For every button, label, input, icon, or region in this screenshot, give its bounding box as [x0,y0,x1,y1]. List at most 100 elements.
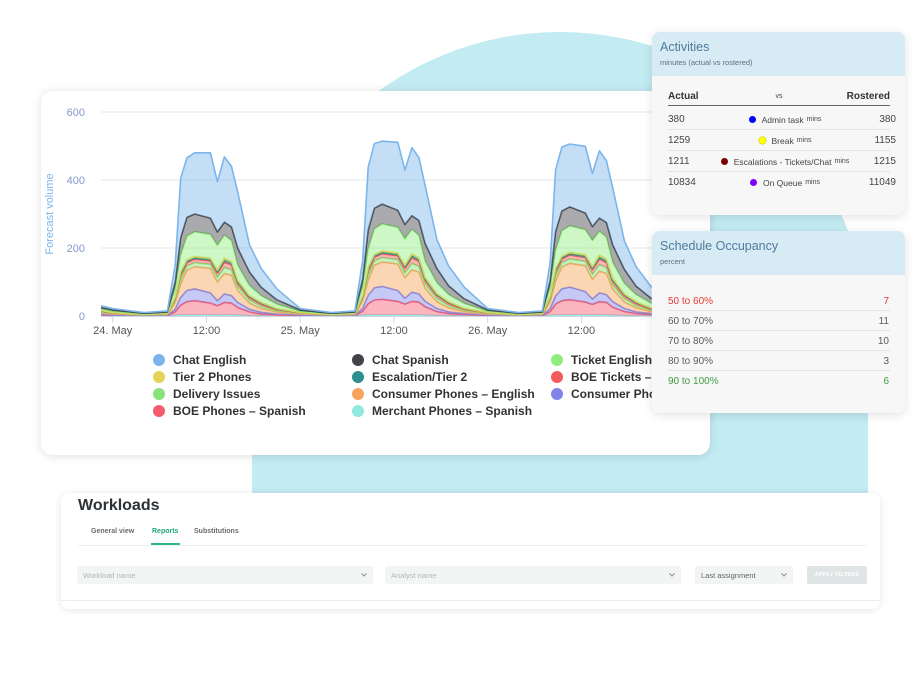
circle-icon [749,179,757,186]
circle-icon [551,354,563,366]
circle-icon [153,388,165,400]
occupancy-subtitle: percent [660,257,686,266]
legend-label: Tier 2 Phones [173,370,252,384]
plot-area [101,140,653,317]
assignment-sort-value: Last assignment [701,570,756,580]
y-axis-title: Forecast volume [44,173,56,254]
x-tick-label: 26. May [468,325,508,337]
occupancy-range: 50 to 60% [668,295,714,307]
apply-filters-button[interactable]: APPLY FILTERS [807,566,867,584]
legend-label: Consumer Phones – English [372,387,535,401]
y-tick-label: 400 [67,175,85,187]
rostered-value: 1155 [874,135,896,146]
legend-item-boe-phones-spanish[interactable]: BOE Phones – Spanish [153,403,306,419]
rostered-value: 380 [879,114,896,125]
legend-label: Ticket English [571,353,653,367]
occupancy-range: 90 to 100% [668,375,719,387]
circle-icon [352,354,364,366]
activities-header: Activities minutes (actual vs rostered) [652,32,905,76]
legend-item-merchant-phones-spanish[interactable]: Merchant Phones – Spanish [352,403,532,419]
legend-label: Delivery Issues [173,387,261,401]
x-tick-label: 25. May [281,325,321,337]
analyst-name-select[interactable]: Analyst name [385,566,681,584]
activities-title: Activities [660,40,710,54]
y-tick-label: 600 [67,107,85,119]
column-header-vs: vs [775,93,783,100]
activity-row: 1211 Escalations - Tickets/Chat mins 1215 [668,151,896,172]
occupancy-count: 10 [877,335,889,347]
legend-label: Chat Spanish [372,353,449,367]
circle-icon [748,116,756,123]
legend-label: Escalation/Tier 2 [372,370,468,384]
circle-icon [352,405,364,417]
actual-value: 1211 [668,156,690,167]
chevron-down-icon [669,573,675,577]
tab-general-view[interactable]: General view [91,528,134,535]
occupancy-row: 50 to 60% 7 [668,291,890,311]
activity-name: Break [771,135,794,146]
circle-icon [720,158,728,165]
workload-name-select[interactable]: Workload name [77,566,373,584]
circle-icon [551,388,563,400]
legend-item-tier-2-phones[interactable]: Tier 2 Phones [153,369,251,385]
legend-item-delivery-issues[interactable]: Delivery Issues [153,386,260,402]
legend-label: Consumer Pho [571,387,657,401]
activities-subtitle: minutes (actual vs rostered) [660,58,753,67]
legend-item-consumer-phones-english[interactable]: Consumer Phones – English [352,386,535,402]
legend-label: Chat English [173,353,247,367]
occupancy-title: Schedule Occupancy [660,239,779,253]
legend-item-ticket-english[interactable]: Ticket English [551,352,652,368]
legend-item-chat-spanish[interactable]: Chat Spanish [352,352,449,368]
legend-item-chat-english[interactable]: Chat English [153,352,246,368]
occupancy-row: 90 to 100% 6 [668,371,889,391]
y-tick-label: 200 [67,243,85,255]
forecast-chart-card: 0 200 400 600 Forecast volume 24. May 12:00 25.… [41,91,710,455]
rostered-value: 1215 [873,156,896,167]
activity-unit: mins [805,179,820,186]
circle-icon [352,371,364,383]
assignment-sort-select[interactable]: Last assignment [695,566,793,584]
activity-row: 1259 Break mins 1155 [668,130,896,151]
occupancy-count: 11 [878,315,889,327]
activity-row: 10834 On Queue mins 11049 [668,172,896,193]
tabs-divider [78,545,867,546]
occupancy-range: 70 to 80% [668,335,714,347]
tab-substitutions[interactable]: Substitutions [194,528,239,535]
x-tick-label: 12:00 [193,325,221,337]
rostered-value: 11049 [868,177,896,188]
column-header-rostered: Rostered [846,91,890,102]
actual-value: 380 [668,114,685,125]
occupancy-count: 6 [883,375,889,387]
legend-item-consumer-pho[interactable]: Consumer Pho [551,386,656,402]
occupancy-count: 3 [883,355,889,367]
activity-unit: mins [834,158,850,165]
panel-divider [61,600,880,601]
column-header-actual: Actual [668,91,699,102]
occupancy-row: 80 to 90% 3 [668,351,890,371]
activity-label: Admin task mins [714,115,856,125]
occupancy-header: Schedule Occupancy percent [652,231,905,275]
legend-label: BOE Phones – Spanish [173,404,306,418]
activity-name: Escalations - Tickets/Chat [733,156,832,167]
occupancy-range: 60 to 70% [668,315,714,327]
analyst-name-placeholder: Analyst name [391,570,437,580]
activity-label: On Queue mins [714,178,856,188]
workloads-panel: Workloads General view Reports Substitut… [61,493,880,609]
legend-item-escalation-tier-2[interactable]: Escalation/Tier 2 [352,369,467,385]
occupancy-range: 80 to 90% [668,355,714,367]
chevron-down-icon [361,573,367,577]
actual-value: 10834 [668,177,696,188]
workload-name-placeholder: Workload name [83,570,136,580]
tab-reports[interactable]: Reports [152,528,178,535]
header-divider [668,105,890,106]
circle-icon [153,405,165,417]
activity-name: Admin task [761,114,804,125]
activity-row: 380 Admin task mins 380 [668,109,896,130]
legend-item-boe-tickets-i[interactable]: BOE Tickets – I [551,369,658,385]
page-title: Workloads [78,497,160,514]
occupancy-row: 70 to 80% 10 [668,331,890,351]
legend-label: Merchant Phones – Spanish [372,404,533,418]
activity-unit: mins [796,137,812,144]
schedule-occupancy-card: Schedule Occupancy percent 50 to 60% 7 6… [652,231,905,413]
activity-unit: mins [806,116,822,123]
